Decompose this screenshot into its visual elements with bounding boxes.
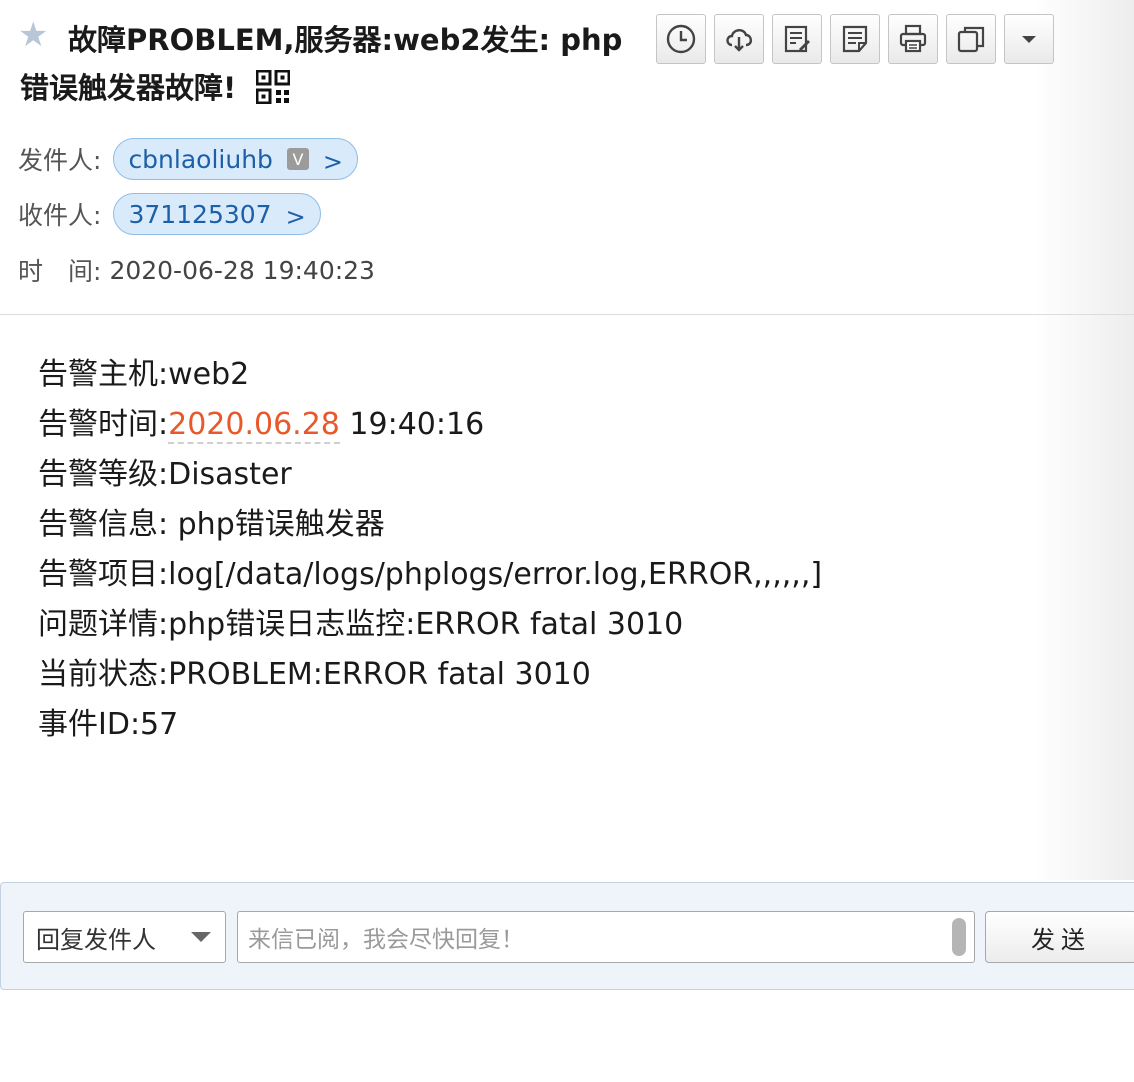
clock-icon — [666, 24, 696, 54]
quick-reply-input[interactable]: 来信已阅，我会尽快回复！ — [237, 911, 975, 963]
alert-host: 告警主机:web2 — [38, 357, 250, 392]
copy-window-icon — [957, 26, 985, 53]
chevron-down-icon — [191, 932, 211, 942]
mail-toolbar — [656, 14, 1054, 66]
edit-note-button[interactable] — [772, 14, 822, 64]
mail-reader: ★ 故障PROBLEM,服务器:web2发生: php 错误触发器故障! 发件人… — [0, 0, 1134, 1082]
from-label: 发件人: — [18, 146, 102, 175]
subject-line-2-wrap: 错误触发器故障! — [20, 64, 291, 112]
quick-reply-placeholder: 来信已阅，我会尽快回复！ — [248, 927, 524, 953]
note-icon — [842, 25, 868, 53]
mail-subject: 故障PROBLEM,服务器:web2发生: php 错误触发器故障! — [20, 16, 648, 105]
cloud-save-button[interactable] — [714, 14, 764, 64]
edit-note-icon — [784, 25, 810, 53]
schedule-button[interactable] — [656, 14, 706, 64]
alert-detail: 问题详情:php错误日志监控:ERROR fatal 3010 — [38, 607, 684, 642]
to-label: 收件人: — [18, 201, 102, 230]
recipient-chip[interactable]: 371125307 > — [113, 193, 321, 235]
send-button[interactable]: 发送 — [985, 911, 1134, 963]
more-dropdown-icon — [1022, 36, 1036, 43]
time-value: 2020-06-28 19:40:23 — [109, 255, 375, 285]
alert-time-rest: 19:40:16 — [339, 407, 485, 442]
to-row: 收件人: 371125307 > — [18, 193, 321, 235]
subject-line-1: 故障PROBLEM,服务器:web2发生: php — [68, 23, 623, 57]
print-button[interactable] — [888, 14, 938, 64]
time-row: 时 间: 2020-06-28 19:40:23 — [18, 252, 375, 288]
mail-body: 告警主机:web2 告警时间:2020.06.28 19:40:16 告警等级:… — [38, 350, 822, 750]
alert-item: 告警项目:log[/data/logs/phplogs/error.log,ER… — [38, 557, 823, 592]
alert-level: 告警等级:Disaster — [38, 457, 292, 492]
verified-badge: V — [286, 148, 309, 170]
from-row: 发件人: cbnlaoliuhb V > — [18, 138, 359, 180]
input-scrollbar[interactable] — [952, 918, 966, 956]
more-dropdown-button[interactable] — [1004, 14, 1054, 64]
sender-chip[interactable]: cbnlaoliuhb V > — [113, 138, 359, 180]
chevron-right-icon: > — [322, 148, 344, 176]
alert-event-id: 事件ID:57 — [38, 707, 179, 742]
print-icon — [899, 24, 927, 53]
alert-status: 当前状态:PROBLEM:ERROR fatal 3010 — [38, 657, 591, 692]
subject-line-2: 错误触发器故障! — [20, 71, 237, 105]
note-button[interactable] — [830, 14, 880, 64]
reply-target-value: 回复发件人 — [36, 925, 156, 954]
date-link[interactable]: 2020.06.28 — [168, 407, 340, 444]
cloud-save-icon — [726, 29, 753, 52]
header-divider — [0, 314, 1134, 315]
recipient-name: 371125307 — [128, 199, 272, 229]
time-label: 时 间: — [18, 257, 102, 286]
chevron-right-icon: > — [285, 203, 306, 231]
quick-reply-bar: 回复发件人 来信已阅，我会尽快回复！ 发送 — [0, 882, 1134, 990]
reply-target-select[interactable]: 回复发件人 — [23, 911, 226, 963]
alert-info: 告警信息: php错误触发器 — [38, 507, 385, 542]
new-window-button[interactable] — [946, 14, 996, 64]
alert-time: 告警时间:2020.06.28 19:40:16 — [38, 400, 822, 450]
star-icon[interactable]: ★ — [18, 18, 52, 52]
panel-edge-shadow — [1034, 0, 1134, 880]
alert-time-label: 告警时间: — [38, 407, 169, 442]
sender-name: cbnlaoliuhb — [128, 144, 273, 174]
qr-code-icon[interactable] — [255, 69, 291, 105]
